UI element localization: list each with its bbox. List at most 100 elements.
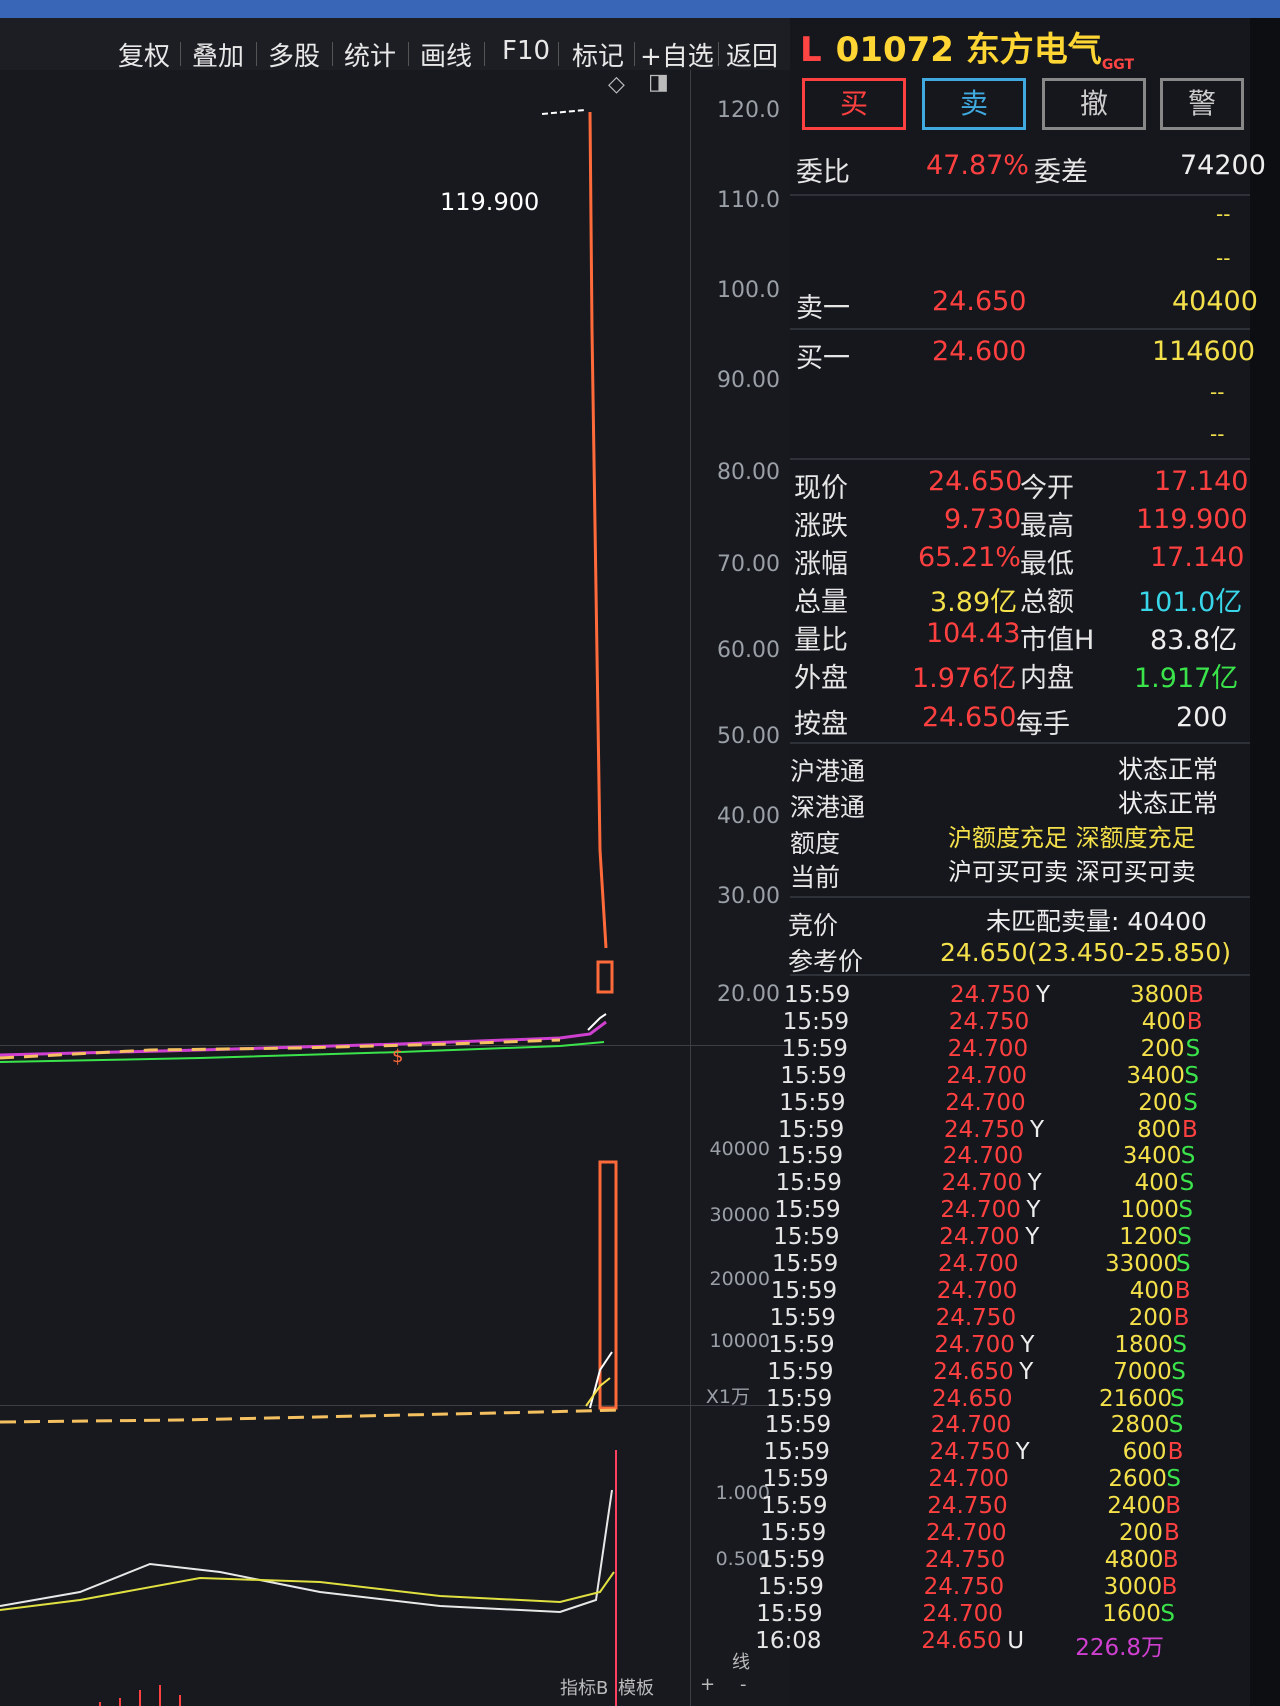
stat-label: 今开 <box>1020 473 1074 504</box>
tick-row: 15:59 24.650 Y 7000 S <box>767 1359 1207 1386</box>
price-axis-label: 90.00 <box>717 368 780 393</box>
tick-volume: 800 <box>1137 1116 1181 1143</box>
zoom-in-button[interactable]: + <box>700 1674 715 1695</box>
tick-flag: Y <box>1026 1197 1041 1224</box>
section-divider <box>790 974 1250 976</box>
tick-row: 16:08 24.650 U 226.8万 <box>755 1627 1195 1661</box>
buy-level-placeholder: -- <box>1210 422 1225 446</box>
tick-time: 15:59 <box>782 1008 850 1035</box>
toolbar-add-watchlist-button[interactable]: +自选 <box>640 36 714 72</box>
tick-price: 24.700 <box>922 1600 1003 1627</box>
toolbar-draw-line-button[interactable]: 画线 <box>420 36 472 72</box>
alert-button[interactable]: 警 <box>1160 78 1244 130</box>
tick-side: S <box>1185 1035 1201 1062</box>
toolbar-statistics-button[interactable]: 统计 <box>344 36 396 72</box>
price-axis-label: 60.00 <box>717 638 780 663</box>
tick-time: 15:59 <box>781 1035 848 1062</box>
stat-label: 每手 <box>1016 709 1070 740</box>
tick-flag: U <box>1007 1627 1025 1654</box>
tick-volume: 200 <box>1119 1520 1163 1546</box>
tick-volume: 226.8万 <box>1075 1634 1165 1661</box>
tick-side: S <box>1183 1089 1198 1116</box>
tick-side: B <box>1174 1277 1191 1304</box>
hk-sz-connect-label: 深港通 <box>790 793 866 822</box>
tick-row: 15:59 24.700 200 S <box>782 1036 1222 1063</box>
tick-time: 15:59 <box>779 1089 846 1116</box>
toolbar-f10-button[interactable]: F10 <box>502 36 550 70</box>
tick-time: 15:59 <box>778 1116 845 1143</box>
price-axis-label: 50.00 <box>717 724 780 749</box>
toolbar-separator <box>256 42 257 66</box>
toolbar-overlay-button[interactable]: 叠加 <box>192 36 244 72</box>
price-axis-label: 120.0 <box>717 98 780 123</box>
market-flag: L <box>800 30 822 70</box>
chart-panel[interactable]: ◇ ◨ 120.0 110.0 100.0 90.00 80.00 70.00 … <box>0 70 790 1706</box>
price-axis-label: 30.00 <box>717 884 780 909</box>
tick-side: B <box>1162 1546 1179 1573</box>
indicator-line-yellow <box>0 1571 615 1611</box>
toolbar-mark-button[interactable]: 标记 <box>572 36 624 72</box>
tick-time: 15:59 <box>776 1143 844 1170</box>
toolbar-multi-stock-button[interactable]: 多股 <box>268 36 320 72</box>
volume-axis-label: 40000 <box>709 1138 770 1160</box>
tick-row: 15:59 24.700 Y 1200 S <box>773 1224 1213 1251</box>
zoom-out-button[interactable]: - <box>740 1674 747 1695</box>
tick-time: 15:59 <box>774 1197 841 1224</box>
tick-flag: Y <box>1025 1224 1040 1251</box>
tick-flag: Y <box>1027 1170 1042 1197</box>
tick-side: S <box>1166 1466 1181 1493</box>
tick-volume: 600 <box>1122 1439 1167 1466</box>
indicator-tab[interactable]: 指标B <box>560 1674 608 1700</box>
screen-bezel <box>1250 18 1280 1706</box>
indicator-axis-label: 1.000 <box>715 1482 770 1504</box>
tick-price: 24.700 <box>945 1089 1026 1116</box>
volume-baseline <box>0 1408 621 1424</box>
tick-volume: 3800 <box>1130 982 1189 1008</box>
current-value: 沪可买可卖 深可买可卖 <box>948 858 1196 886</box>
tick-side: B <box>1164 1520 1180 1546</box>
price-volume-chart: $ <box>0 109 621 1706</box>
tick-row: 15:59 24.700 Y 1800 S <box>768 1332 1208 1359</box>
sell-button[interactable]: 卖 <box>922 78 1026 130</box>
weibi-value: 47.87% <box>926 150 1029 181</box>
tick-time: 15:59 <box>756 1600 823 1627</box>
section-divider <box>790 194 1250 196</box>
sell1-price: 24.650 <box>932 286 1027 317</box>
tick-volume: 1200 <box>1119 1224 1178 1251</box>
buy-button[interactable]: 买 <box>802 78 906 130</box>
toolbar-back-button[interactable]: 返回 <box>726 36 778 72</box>
stat-label: 内盘 <box>1020 663 1074 694</box>
tick-side: S <box>1184 1062 1199 1089</box>
quota-value: 沪额度充足 深额度充足 <box>948 824 1196 852</box>
tick-volume: 1000 <box>1120 1197 1179 1224</box>
tick-side: B <box>1167 1439 1184 1466</box>
tick-flag: Y <box>1019 1358 1034 1385</box>
current-label: 当前 <box>790 863 841 892</box>
buy1-label: 买一 <box>796 343 850 374</box>
cancel-order-button[interactable]: 撤 <box>1042 78 1146 130</box>
template-tab[interactable]: 模板 <box>618 1674 654 1700</box>
tick-row: 15:59 24.700 3400 S <box>780 1063 1220 1090</box>
tick-time: 15:59 <box>763 1439 830 1466</box>
toolbar-fuquan-button[interactable]: 复权 <box>118 36 170 72</box>
tick-time: 15:59 <box>767 1358 834 1385</box>
auction-label: 竞价 <box>788 911 839 940</box>
stat-label: 外盘 <box>794 663 848 694</box>
price-axis-label: 20.00 <box>717 982 780 1007</box>
line-tab[interactable]: 线 <box>732 1648 750 1674</box>
tick-row: 15:59 24.750 400 B <box>783 1009 1223 1036</box>
volume-bar <box>598 1160 618 1410</box>
weicha-label: 委差 <box>1034 157 1088 188</box>
tick-price: 24.750 <box>927 1493 1008 1520</box>
tick-side: B <box>1173 1304 1190 1331</box>
section-divider <box>790 742 1250 744</box>
tick-side: S <box>1177 1224 1192 1251</box>
tick-price: 24.750 <box>950 982 1031 1008</box>
toolbar-separator <box>180 42 181 66</box>
toolbar-separator <box>718 42 719 66</box>
tick-row: 15:59 24.700 2800 S <box>765 1412 1205 1439</box>
tick-volume: 21600 <box>1099 1385 1173 1412</box>
tick-price: 24.700 <box>940 1197 1021 1224</box>
tick-volume: 3400 <box>1122 1143 1182 1170</box>
price-axis-label: 100.0 <box>717 278 780 303</box>
